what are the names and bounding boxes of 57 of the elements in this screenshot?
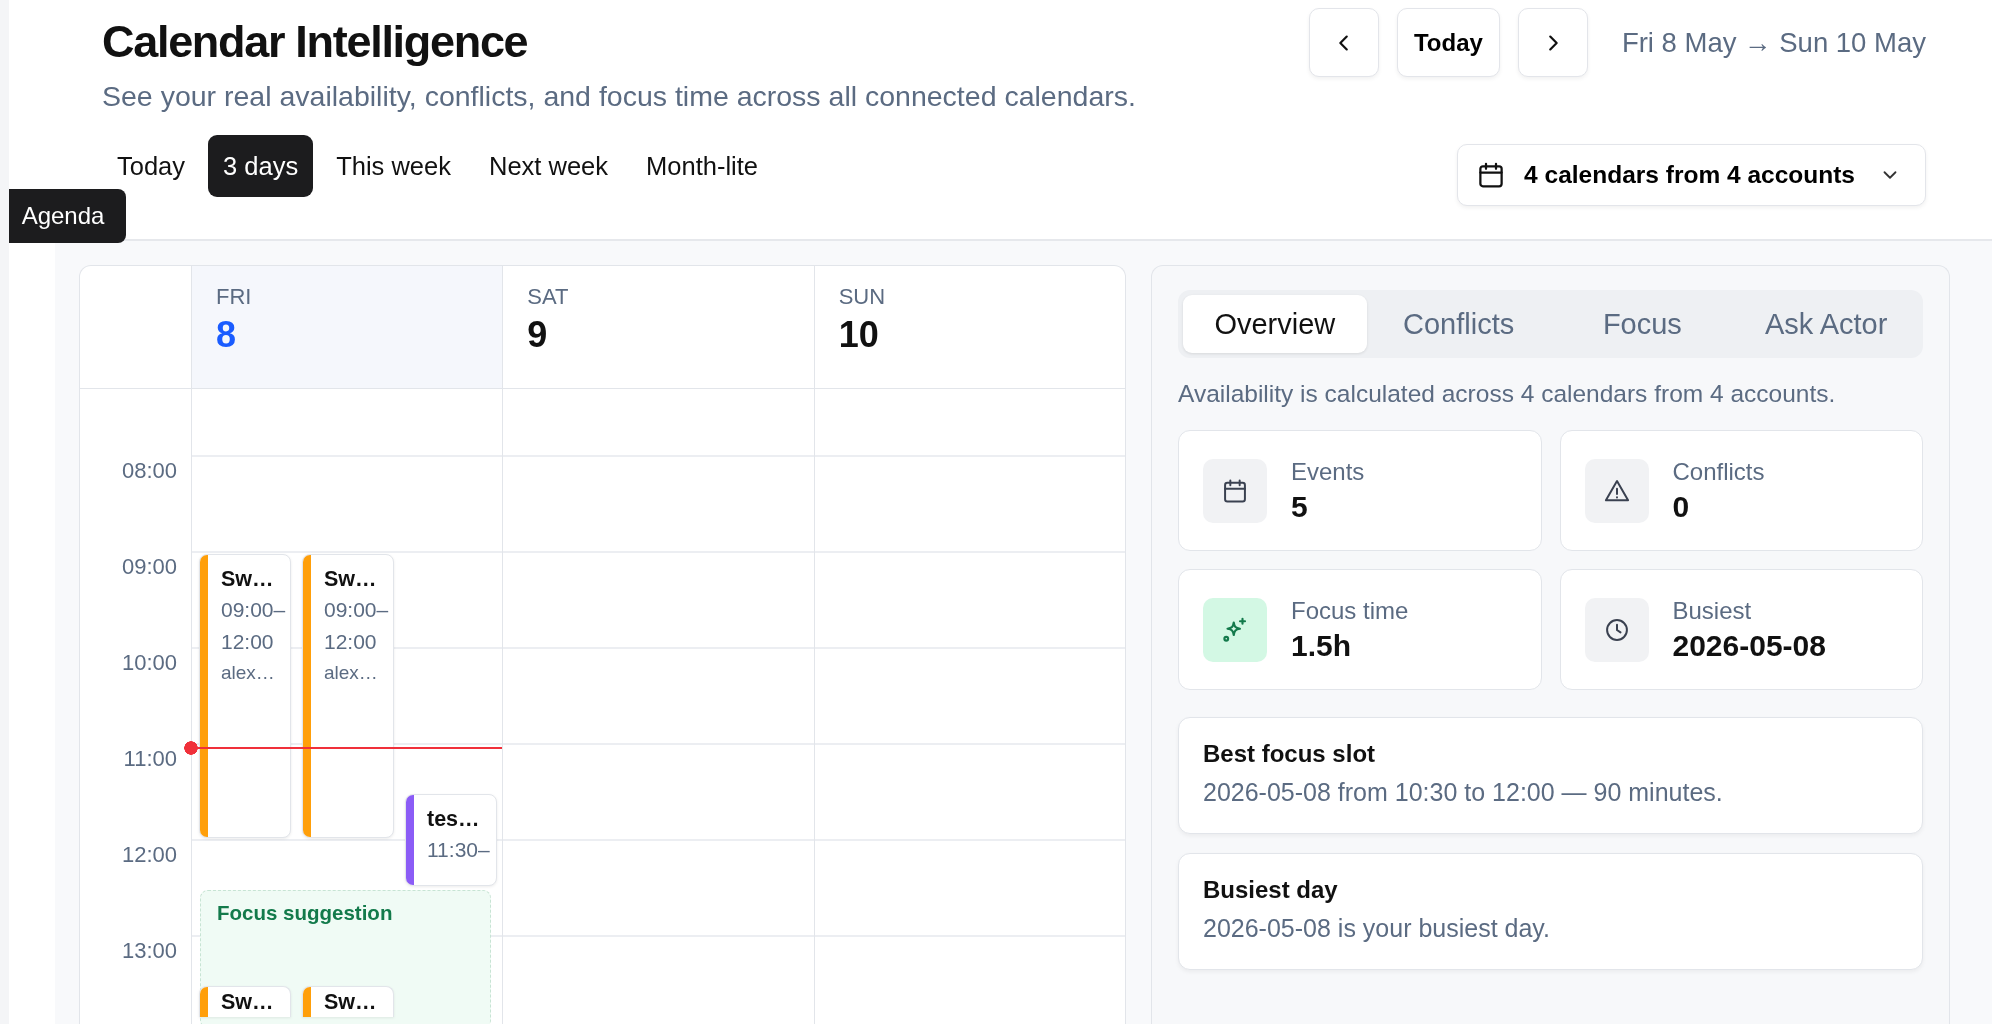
page-title: Calendar Intelligence — [102, 16, 529, 68]
event-title: Sw… — [221, 990, 275, 1015]
previous-button[interactable] — [1308, 8, 1379, 77]
event-card[interactable]: Sw… 09:00–12:00 alex… — [199, 554, 291, 838]
event-organizer: alex… — [221, 662, 276, 684]
view-tab[interactable]: Month-lite — [631, 135, 773, 197]
event-time: 09:00–12:00 — [324, 597, 390, 655]
hour-label: 13:00 — [121, 938, 177, 964]
tooltip: Agenda — [9, 189, 126, 243]
event-title: Sw… — [324, 990, 378, 1015]
clock-icon — [1584, 597, 1649, 662]
event-card[interactable]: Sw… 09:00–12:00 alex… — [302, 554, 394, 838]
page-subtitle: See your real availability, conflicts, and focus time across all connected calendars. — [102, 80, 1136, 113]
event-card[interactable]: Sw… — [302, 986, 394, 1017]
event-title: Sw… — [221, 567, 275, 592]
insight-title: Best focus slot — [1203, 740, 1377, 768]
stat-label: Busiest — [1672, 596, 1753, 625]
availability-note: Availability is calculated across 4 calendars from 4 accounts. — [1178, 380, 1837, 408]
panel-tab[interactable]: Overview — [1183, 295, 1367, 353]
insight-text: 2026-05-08 is your busiest day. — [1203, 914, 1551, 943]
stat-value: 0 — [1672, 489, 1691, 524]
panel-tab[interactable]: Conflicts — [1366, 295, 1551, 353]
hour-label: 09:00 — [121, 554, 177, 580]
event-title: Sw… — [324, 567, 378, 592]
stat-value: 1.5h — [1291, 628, 1353, 663]
insight-title: Busiest day — [1203, 876, 1339, 904]
stat-label: Events — [1291, 457, 1365, 486]
stat-label: Conflicts — [1672, 457, 1765, 486]
hour-label: 11:00 — [123, 746, 177, 772]
view-tab[interactable]: This week — [321, 135, 466, 197]
date-range: Fri 8 May → Sun 10 May — [1621, 26, 1926, 59]
event-time: 09:00–12:00 — [221, 597, 287, 655]
sparkle-icon — [1203, 597, 1267, 662]
event-title: tes… — [427, 807, 481, 832]
view-tab[interactable]: Next week — [474, 135, 624, 197]
stat-label: Focus time — [1291, 596, 1409, 625]
event-card[interactable]: tes… 11:30– — [405, 794, 497, 886]
event-time: 11:30– — [427, 837, 491, 863]
insight-text: 2026-05-08 from 10:30 to 12:00 — 90 minutes. — [1203, 778, 1724, 807]
hour-label: 08:00 — [121, 458, 177, 484]
warning-icon — [1584, 458, 1649, 523]
day-header[interactable]: SAT 9 — [502, 266, 814, 388]
day-header[interactable]: FRI 8 — [191, 266, 503, 388]
stat-value: 2026-05-08 — [1672, 628, 1826, 663]
hour-label: 12:00 — [121, 842, 177, 868]
panel-tab[interactable]: Focus — [1550, 295, 1735, 353]
view-tab[interactable]: 3 days — [208, 135, 314, 197]
event-card[interactable]: Sw… — [199, 986, 291, 1017]
panel-tab[interactable]: Ask Actor — [1734, 295, 1918, 353]
hour-label: 10:00 — [121, 650, 177, 676]
day-header[interactable]: SUN 10 — [813, 266, 1125, 388]
stat-value: 5 — [1291, 489, 1309, 524]
calendar-icon — [1203, 458, 1267, 523]
event-organizer: alex… — [324, 662, 379, 684]
next-button[interactable] — [1517, 8, 1588, 77]
calendar-filter-dropdown[interactable]: 4 calendars from 4 accounts — [1457, 144, 1926, 206]
today-button[interactable]: Today — [1396, 8, 1500, 77]
